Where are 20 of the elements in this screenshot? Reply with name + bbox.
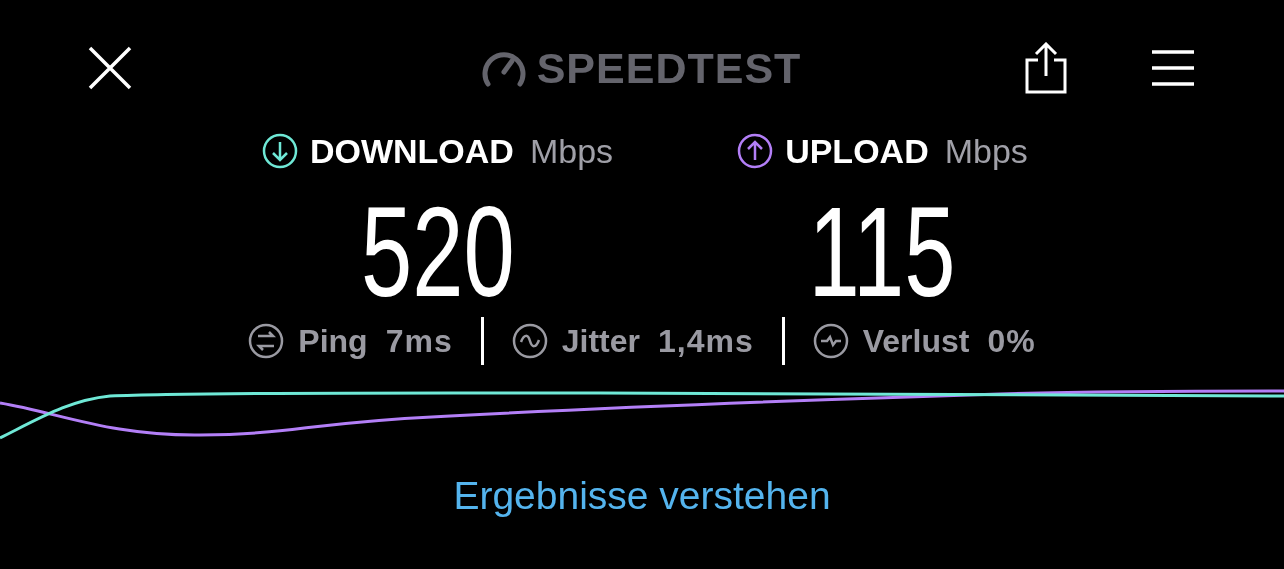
pulse-icon — [812, 323, 849, 359]
speedtest-logo: SPEEDTEST — [536, 43, 802, 93]
unit-label: Mbps — [529, 131, 614, 171]
upload-label: UPLOAD — [785, 131, 929, 171]
jitter-label: Jitter — [561, 322, 640, 360]
unit-label: Mbps — [944, 131, 1028, 171]
download-speed-value: 520 — [360, 188, 515, 316]
loss-label: Verlust — [862, 322, 970, 360]
menu-button[interactable] — [1150, 48, 1196, 88]
ping-label: Ping — [298, 322, 368, 360]
download-label: DOWNLOAD — [309, 131, 514, 171]
upload-speed-value: 115 — [809, 188, 956, 316]
loss-value: 0% — [987, 322, 1036, 360]
wave-icon — [511, 323, 548, 359]
jitter-value: 1,4ms — [657, 322, 754, 360]
share-button[interactable] — [1024, 42, 1068, 94]
close-button[interactable] — [86, 44, 134, 92]
ping-value: 7ms — [385, 322, 453, 360]
understand-results-link[interactable]: Ergebnisse verstehen — [453, 474, 831, 518]
ping-icon — [248, 323, 285, 359]
